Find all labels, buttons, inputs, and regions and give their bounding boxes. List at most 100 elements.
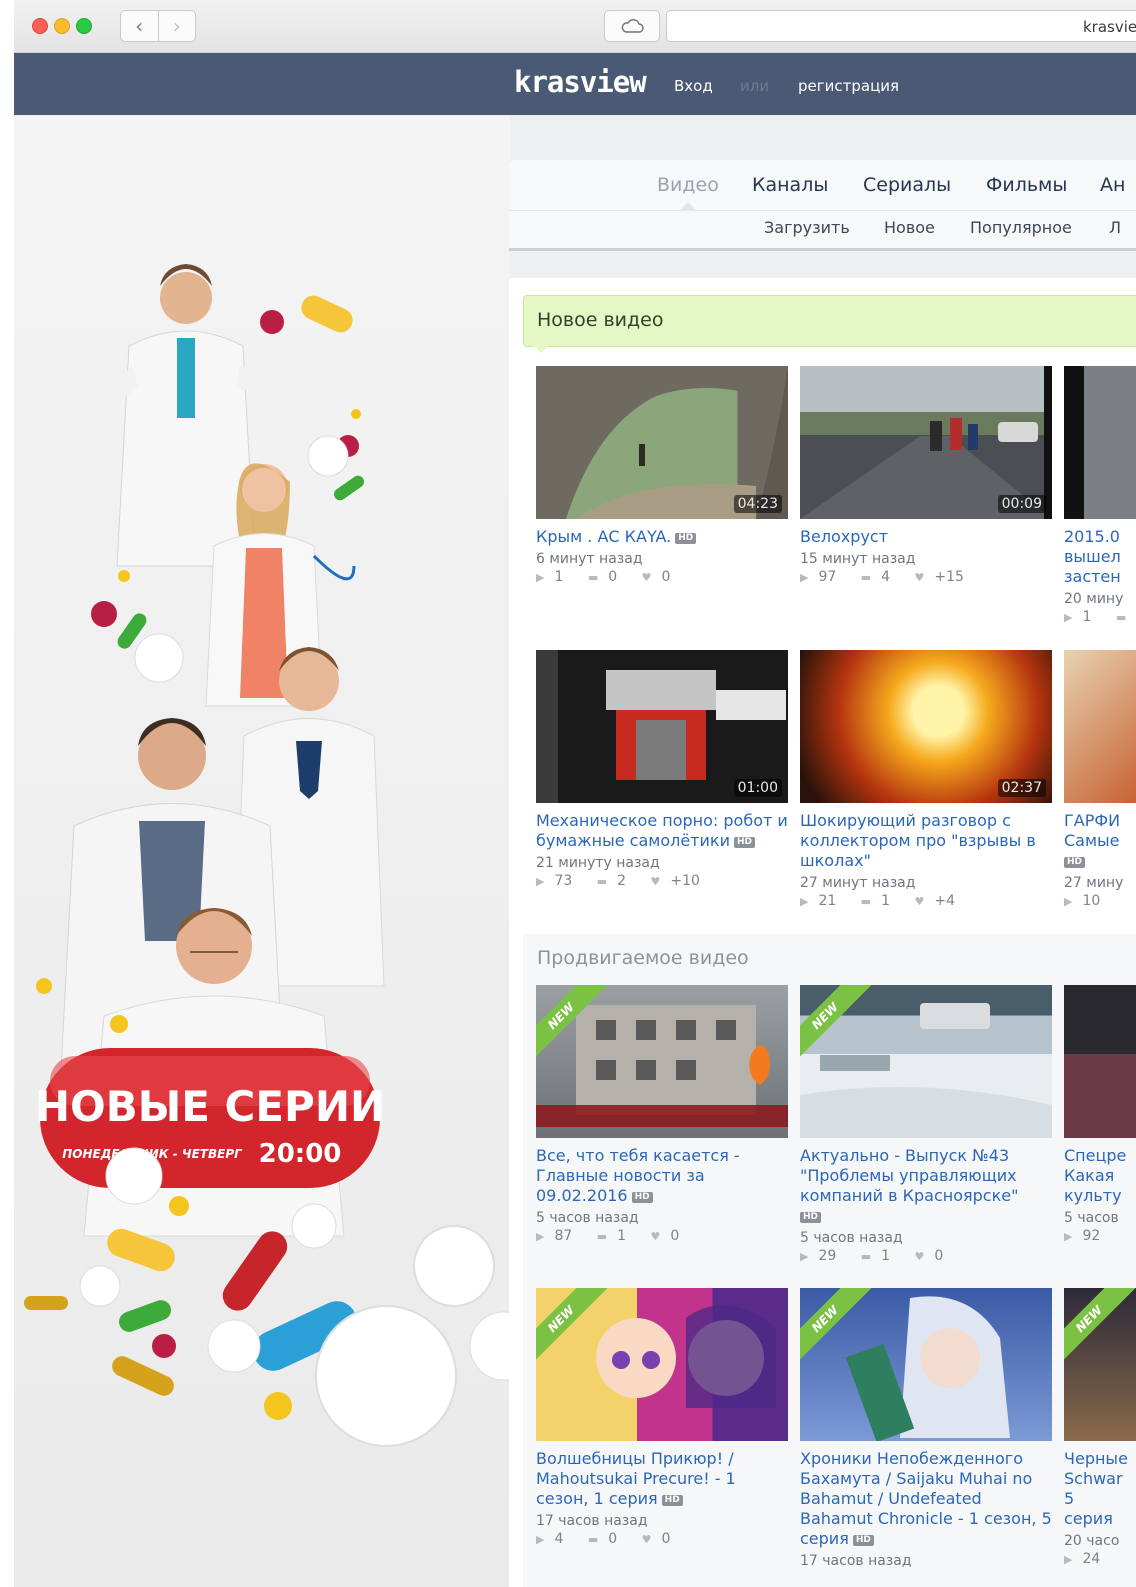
video-thumbnail[interactable]: 00:09 (800, 366, 1052, 519)
video-time: 20 мину (1064, 591, 1124, 607)
zoom-window-button[interactable] (76, 18, 92, 34)
comments-icon: ▬ (860, 895, 872, 908)
video-thumbnail[interactable]: 04:23 (536, 366, 788, 519)
video-thumbnail[interactable]: 01:00 (536, 650, 788, 803)
history-nav: ‹ › (120, 10, 196, 42)
likes-icon: ♥ (641, 571, 652, 584)
minimize-window-button[interactable] (54, 18, 70, 34)
likes-icon: ♥ (641, 1533, 652, 1546)
video-stats: ▶ 87 ▬ 1 ♥ 0 (536, 1228, 680, 1244)
video-duration: 00:09 (997, 495, 1046, 513)
video-card[interactable]: 04:23 Крым . АС КАYA. HD 6 минут назад ▶ 1… (536, 366, 788, 585)
views-icon: ▶ (536, 571, 545, 584)
video-thumbnail[interactable]: NEW (536, 1288, 788, 1441)
address-bar[interactable]: krasview.ru (666, 10, 1136, 42)
likes-icon: ♥ (914, 571, 925, 584)
video-title[interactable]: Механическое порно: робот и бумажные сам… (536, 811, 788, 851)
video-stats: ▶ 10 (1064, 893, 1101, 909)
login-link[interactable]: Вход (674, 77, 713, 95)
views-icon: ▶ (1064, 1553, 1073, 1566)
video-card[interactable]: 01:00 Механическое порно: робот и бумажн… (536, 650, 788, 889)
forward-icon[interactable]: › (157, 11, 196, 41)
tab-films[interactable]: Фильмы (986, 174, 1067, 196)
active-tab-caret (680, 202, 696, 210)
video-title[interactable]: Спецре Какая культу (1064, 1146, 1126, 1206)
video-title[interactable]: Крым . АС КАYA. HD (536, 527, 788, 547)
site-logo[interactable]: krasview (514, 65, 647, 99)
likes-icon: ♥ (914, 1250, 925, 1263)
subtab-more[interactable]: Л (1109, 218, 1121, 237)
video-time: 17 часов назад (536, 1513, 648, 1529)
views-icon: ▶ (536, 1533, 545, 1546)
comments-icon: ▬ (1115, 611, 1127, 624)
video-thumbnail[interactable]: NEW (1064, 1288, 1136, 1441)
video-time: 15 минут назад (800, 551, 916, 567)
video-card[interactable]: NEW Все, что тебя касается - Главные нов… (536, 985, 788, 1244)
video-title[interactable]: Волшебницы Прикюр! / Mahoutsukai Precure… (536, 1449, 788, 1509)
video-card[interactable]: 2015.0 вышел застен 20 мину ▶1 ▬0 (1064, 366, 1136, 625)
hd-badge: HD (733, 837, 755, 848)
video-card[interactable]: NEW Волшебницы Прикюр! / Mahoutsukai Pre… (536, 1288, 788, 1547)
video-thumbnail[interactable]: NEW (800, 985, 1052, 1138)
video-stats: ▶ 24 (1064, 1551, 1101, 1567)
hd-badge: HD (852, 1535, 874, 1546)
hd-badge: HD (1064, 857, 1086, 868)
tab-video[interactable]: Видео (657, 174, 719, 196)
comments-icon: ▬ (587, 571, 599, 584)
tab-anime[interactable]: Ан (1100, 174, 1125, 196)
video-title[interactable]: Черные Schwar 5 серия (1064, 1449, 1128, 1529)
video-card[interactable]: NEW Хроники Непобежденного Бахамута / Sa… (800, 1288, 1052, 1569)
views-icon: ▶ (536, 1230, 545, 1243)
register-link[interactable]: регистрация (798, 77, 899, 95)
video-stats: ▶ 21 ▬ 1 ♥ +4 (800, 893, 956, 909)
video-card[interactable]: ГАРФИ Самые HD 27 мину ▶ 10 (1064, 650, 1136, 909)
subtab-upload[interactable]: Загрузить (764, 218, 850, 237)
video-time: 5 часов назад (536, 1210, 639, 1226)
video-duration: 01:00 (733, 779, 782, 797)
video-content: Новое видео 04:23 Крым . АС КАYA. HD 6 ми… (509, 278, 1136, 1587)
browser-toolbar: ‹ › krasview.ru (14, 0, 1136, 53)
video-time: 5 часов назад (800, 1230, 903, 1246)
views-icon: ▶ (1064, 1230, 1073, 1243)
video-thumbnail[interactable]: NEW (536, 985, 788, 1138)
video-title[interactable]: Все, что тебя касается - Главные новости… (536, 1146, 788, 1206)
video-thumbnail[interactable]: 02:37 (800, 650, 1052, 803)
cloud-icon (621, 19, 644, 33)
likes-icon: ♥ (650, 875, 661, 888)
video-card[interactable]: 00:09 Велохруст 15 минут назад ▶ 97 ▬ 4 ♥ +… (800, 366, 1052, 585)
video-title[interactable]: Актуально - Выпуск №43 "Проблемы управля… (800, 1146, 1052, 1226)
video-title[interactable]: Шокирующий разговор с коллектором про "в… (800, 811, 1052, 871)
video-thumbnail[interactable] (1064, 985, 1136, 1138)
video-time: 6 минут назад (536, 551, 643, 567)
tab-series[interactable]: Сериалы (863, 174, 951, 196)
promo-banner[interactable]: НОВЫЕ СЕРИИ ПОНЕДЕЛЬНИК - ЧЕТВЕРГ 20:00 (14, 116, 510, 1587)
hd-badge: HD (675, 533, 697, 544)
video-title[interactable]: ГАРФИ Самые HD (1064, 811, 1124, 871)
video-stats: ▶ 92 (1064, 1228, 1101, 1244)
video-card[interactable]: NEW Черные Schwar 5 серия 20 часо ▶ 24 (1064, 1288, 1136, 1567)
subtab-new[interactable]: Новое (884, 218, 935, 237)
video-title[interactable]: Хроники Непобежденного Бахамута / Saijak… (800, 1449, 1052, 1549)
video-time: 27 минут назад (800, 875, 916, 891)
video-thumbnail[interactable]: NEW (800, 1288, 1052, 1441)
video-card[interactable]: Спецре Какая культу 5 часов ▶ 92 (1064, 985, 1136, 1244)
video-card[interactable]: 02:37 Шокирующий разговор с коллектором … (800, 650, 1052, 909)
video-time: 5 часов (1064, 1210, 1119, 1226)
new-video-title: Новое видео (537, 309, 664, 331)
back-icon[interactable]: ‹ (121, 11, 158, 41)
close-window-button[interactable] (32, 18, 48, 34)
video-time: 17 часов назад (800, 1553, 912, 1569)
tab-channels[interactable]: Каналы (752, 174, 828, 196)
subtab-popular[interactable]: Популярное (970, 218, 1072, 237)
browser-window: ‹ › krasview.ru krasview Вход или регист… (14, 0, 1136, 1587)
video-thumbnail[interactable] (1064, 650, 1136, 803)
video-stats: ▶ 1 ▬ 0 ♥ 0 (536, 569, 671, 585)
video-title[interactable]: 2015.0 вышел застен (1064, 527, 1124, 587)
video-title[interactable]: Велохруст (800, 527, 1052, 547)
video-thumbnail[interactable] (1064, 366, 1136, 519)
comments-icon: ▬ (587, 1533, 599, 1546)
video-duration: 04:23 (733, 495, 782, 513)
video-card[interactable]: NEW Актуально - Выпуск №43 "Проблемы упр… (800, 985, 1052, 1264)
new-video-header: Новое видео (523, 295, 1136, 347)
icloud-tabs-button[interactable] (604, 10, 660, 42)
